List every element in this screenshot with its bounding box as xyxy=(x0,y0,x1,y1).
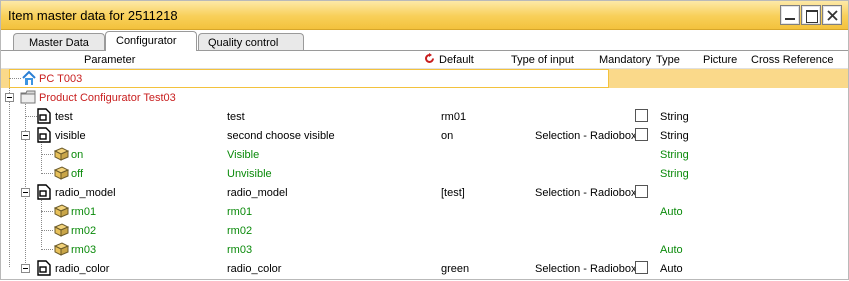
column-header-picture[interactable]: Picture xyxy=(703,54,737,66)
column-header-cross-reference[interactable]: Cross Reference xyxy=(751,54,834,66)
option-description: rm02 xyxy=(227,225,253,237)
box-icon xyxy=(53,147,69,161)
mandatory-checkbox[interactable] xyxy=(635,261,648,274)
option-description: Unvisible xyxy=(227,168,272,180)
parameter-tree-grid: PC T003 Product Configurator Test03 test… xyxy=(1,69,848,281)
tree-line xyxy=(41,249,53,250)
parameter-name: PC T003 xyxy=(39,73,83,85)
tree-line xyxy=(9,78,21,79)
tab-label: Quality control xyxy=(208,37,279,49)
tree-line xyxy=(25,116,37,117)
selection-box xyxy=(9,69,609,88)
option-name: rm03 xyxy=(71,244,97,256)
box-icon xyxy=(53,242,69,256)
parameter-type: String xyxy=(660,111,689,123)
parameter-type: String xyxy=(660,168,689,180)
maximize-button[interactable] xyxy=(801,5,821,25)
option-description: rm03 xyxy=(227,244,253,256)
tab-configurator[interactable]: Configurator xyxy=(105,31,197,51)
column-header-type[interactable]: Type xyxy=(656,54,680,66)
parameter-type: Auto xyxy=(660,263,683,275)
folder-icon xyxy=(20,90,36,104)
default-value: [test] xyxy=(441,187,465,199)
tree-row-radio-color[interactable]: radio_color radio_color green Selection … xyxy=(1,259,848,278)
collapse-toggle[interactable] xyxy=(21,264,30,273)
mandatory-checkbox[interactable] xyxy=(635,185,648,198)
default-value: rm01 xyxy=(441,111,467,123)
option-description: rm01 xyxy=(227,206,253,218)
parameter-type: String xyxy=(660,130,689,142)
tree-line xyxy=(41,211,53,212)
column-header-type-of-input[interactable]: Type of input xyxy=(511,54,574,66)
parameter-type: Auto xyxy=(660,244,683,256)
tree-row-pc-t003[interactable]: PC T003 xyxy=(1,69,848,88)
parameter-name: radio_model xyxy=(55,187,116,199)
title-bar: Item master data for 2511218 xyxy=(1,1,848,30)
default-value: green xyxy=(441,263,470,275)
default-value: on xyxy=(441,130,454,142)
option-name: on xyxy=(71,149,84,161)
parameter-name: radio_color xyxy=(55,263,110,275)
home-icon xyxy=(22,70,36,85)
document-icon xyxy=(37,108,51,124)
tab-quality-control[interactable]: Quality control xyxy=(198,33,304,50)
tab-label: Configurator xyxy=(116,35,177,47)
mandatory-checkbox[interactable] xyxy=(635,109,648,122)
type-of-input: Selection - Radiobox xyxy=(535,187,637,199)
document-icon xyxy=(37,260,51,276)
parameter-description: radio_model xyxy=(227,187,288,199)
box-icon xyxy=(53,204,69,218)
type-of-input: Selection - Radiobox xyxy=(535,130,637,142)
tree-line xyxy=(41,154,53,155)
parameter-name: Product Configurator Test03 xyxy=(39,92,176,104)
tree-line xyxy=(41,230,53,231)
option-name: rm02 xyxy=(71,225,97,237)
refresh-icon[interactable] xyxy=(424,53,435,64)
tree-row-radio-model[interactable]: radio_model radio_model [test] Selection… xyxy=(1,183,848,202)
option-description: Visible xyxy=(227,149,260,161)
parameter-description: radio_color xyxy=(227,263,282,275)
item-master-data-window: Item master data for 2511218 Master Data… xyxy=(0,0,849,280)
collapse-toggle[interactable] xyxy=(5,93,14,102)
window-title: Item master data for 2511218 xyxy=(8,8,178,23)
box-icon xyxy=(53,223,69,237)
parameter-name: test xyxy=(55,111,73,123)
collapse-toggle[interactable] xyxy=(21,188,30,197)
tab-master-data[interactable]: Master Data xyxy=(13,33,105,50)
collapse-toggle[interactable] xyxy=(21,131,30,140)
box-icon xyxy=(53,166,69,180)
tree-row-on[interactable]: on Visible String xyxy=(1,145,848,164)
type-of-input: Selection - Radiobox xyxy=(535,263,637,275)
document-icon xyxy=(37,184,51,200)
parameter-name: visible xyxy=(55,130,86,142)
minimize-button[interactable] xyxy=(780,5,800,25)
parameter-type: String xyxy=(660,149,689,161)
column-header-default[interactable]: Default xyxy=(439,54,474,66)
document-icon xyxy=(37,127,51,143)
option-name: rm01 xyxy=(71,206,97,218)
tree-line xyxy=(41,173,53,174)
mandatory-checkbox[interactable] xyxy=(635,128,648,141)
close-button[interactable] xyxy=(822,5,842,25)
parameter-type: Auto xyxy=(660,206,683,218)
tree-row-rm02[interactable]: rm02 rm02 xyxy=(1,221,848,240)
tree-row-test[interactable]: test test rm01 String xyxy=(1,107,848,126)
tree-row-rm01[interactable]: rm01 rm01 Auto xyxy=(1,202,848,221)
option-name: off xyxy=(71,168,84,180)
tree-row-visible[interactable]: visible second choose visible on Selecti… xyxy=(1,126,848,145)
tree-row-rm03[interactable]: rm03 rm03 Auto xyxy=(1,240,848,259)
tree-row-off[interactable]: off Unvisible String xyxy=(1,164,848,183)
tab-strip: Master Data Configurator Quality control xyxy=(1,31,848,51)
parameter-description: second choose visible xyxy=(227,130,335,142)
close-icon xyxy=(827,10,838,21)
tab-label: Master Data xyxy=(29,37,89,49)
tree-row-product-configurator[interactable]: Product Configurator Test03 xyxy=(1,88,848,107)
column-header-parameter[interactable]: Parameter xyxy=(84,54,135,66)
column-header-mandatory[interactable]: Mandatory xyxy=(599,54,651,66)
parameter-description: test xyxy=(227,111,245,123)
